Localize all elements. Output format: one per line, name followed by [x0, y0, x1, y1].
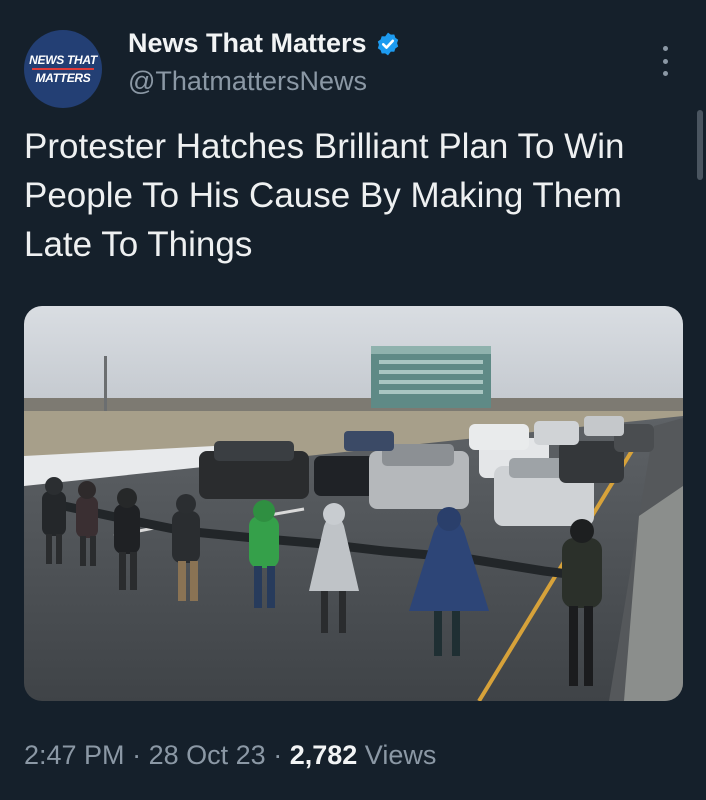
- views-count: 2,782: [289, 740, 358, 770]
- tweet-date[interactable]: 28 Oct 23: [149, 740, 266, 770]
- tweet-photo[interactable]: [24, 306, 683, 701]
- avatar-rule: [32, 68, 94, 70]
- tweet-text: Protester Hatches Brilliant Plan To Win …: [24, 127, 625, 264]
- avatar-text-line2: MATTERS: [35, 71, 91, 85]
- verified-badge-icon: [377, 32, 398, 55]
- scrollbar[interactable]: [697, 110, 703, 180]
- display-name[interactable]: News That Matters: [128, 28, 367, 59]
- views-label: Views: [364, 740, 437, 770]
- avatar[interactable]: NEWS THAT MATTERS: [24, 30, 102, 108]
- meta-separator: ·: [273, 740, 283, 770]
- more-options-icon[interactable]: [658, 46, 672, 76]
- account-name-row: News That Matters: [128, 28, 401, 59]
- tweet-meta: 2:47 PM · 28 Oct 23 · 2,782 Views: [24, 740, 436, 771]
- protest-photo-image: [24, 306, 683, 701]
- tweet-time[interactable]: 2:47 PM: [24, 740, 125, 770]
- meta-separator: ·: [132, 740, 142, 770]
- avatar-text-line1: NEWS THAT: [29, 53, 97, 67]
- account-handle[interactable]: @ThatmattersNews: [128, 66, 367, 97]
